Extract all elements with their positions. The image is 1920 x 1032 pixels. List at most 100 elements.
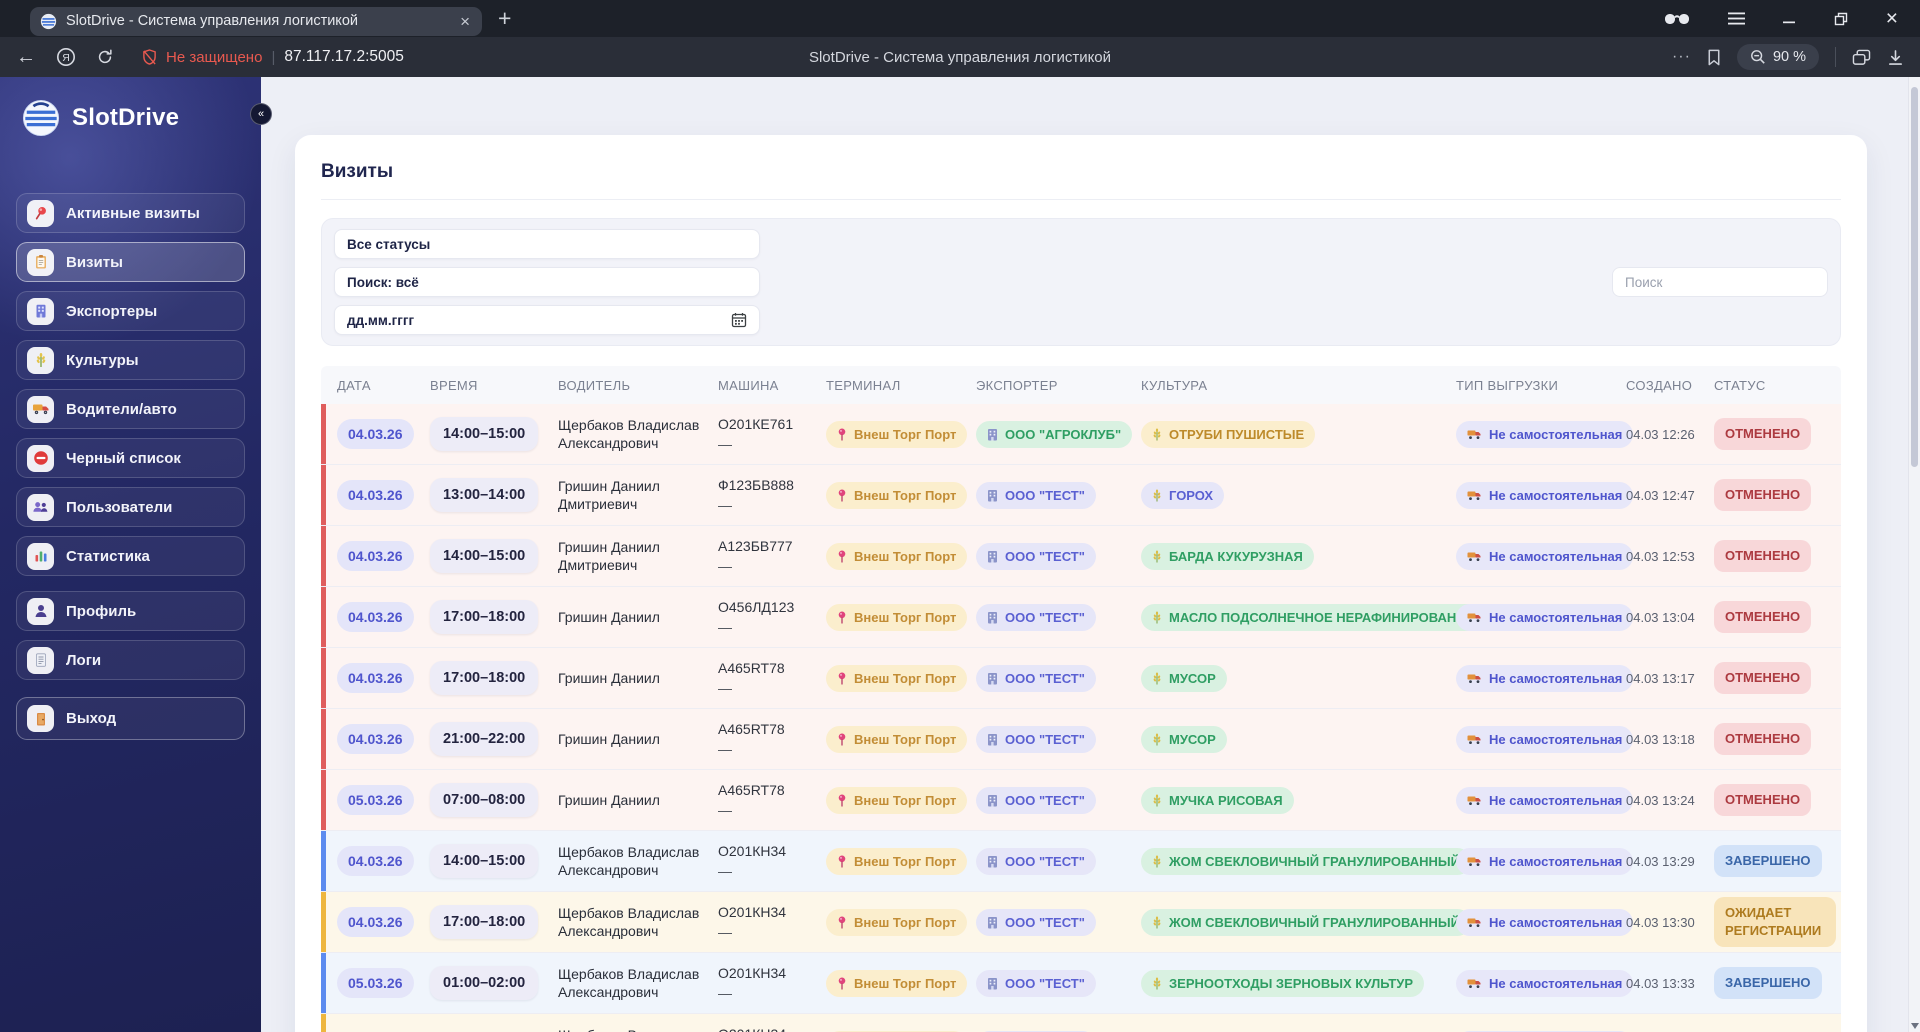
zoom-control[interactable]: 90 % [1736,44,1819,70]
culture-badge: МУСОР [1141,664,1227,692]
unload-type-badge: Не самостоятельная [1456,786,1634,814]
table-row[interactable]: 04.03.26 21:00–22:00 Гришин Даниил А465R… [321,709,1841,770]
table-row[interactable]: 04.03.26 13:00–14:00 Гришин Даниил Дмитр… [321,465,1841,526]
browser-toolbar: ← Я Не защищено | 87.117.17.2:5005 SlotD… [0,37,1920,77]
page-scrollbar[interactable] [1908,77,1920,1032]
back-icon[interactable]: ← [16,46,36,69]
exporter-badge: ООО "ТЕСТ" [976,725,1096,753]
trailer-plate: — [718,741,732,757]
sidebar-item[interactable]: Профиль [16,591,245,631]
exporter-badge: ООО "ТЕСТ" [976,847,1096,875]
wheat-icon [1152,611,1162,624]
vehicle-plate: А465RT78 [718,720,785,737]
side-panel-icon[interactable] [1852,49,1871,66]
culture-badge: ЖОМ СВЕКЛОВИЧНЫЙ ГРАНУЛИРОВАННЫЙ [1141,847,1472,875]
new-tab-button[interactable]: + [498,5,511,32]
date-filter-input[interactable]: дд.мм.гггг [334,305,760,335]
visit-date-badge: 05.03.26 [337,785,414,815]
sidebar-item[interactable]: Черный список [16,438,245,478]
sidebar-item[interactable]: Культуры [16,340,245,380]
minimize-icon[interactable] [1782,12,1796,25]
vehicle-plate: О201КН34 [718,903,787,920]
sidebar-item[interactable]: Логи [16,640,245,680]
visit-time-badge: 17:00–18:00 [430,600,539,634]
pin-icon [837,977,847,990]
sidebar-collapse-button[interactable]: « [250,103,272,125]
table-row[interactable]: 04.03.26 14:00–15:00 Щербаков Владислав … [321,404,1841,465]
search-input[interactable] [1612,267,1828,297]
wheat-icon [1152,916,1162,929]
sidebar-item[interactable]: Визиты [16,242,245,282]
visit-date-badge: 04.03.26 [337,846,414,876]
culture-badge: ЗЕРНООТХОДЫ ЗЕРНОВЫХ КУЛЬТУР [1141,969,1424,997]
scrollbar-thumb[interactable] [1911,87,1918,467]
browser-tabbar: SlotDrive - Система управления логистико… [0,0,1920,37]
status-badge: ОТМЕНЕНО [1714,662,1812,694]
visit-time-badge: 21:00–22:00 [430,722,539,756]
document-icon [27,646,54,674]
incognito-glasses-icon[interactable] [1664,13,1690,25]
terminal-badge: Внеш Торг Порт [826,542,968,570]
door-icon [27,705,54,732]
wheat-icon [1152,550,1162,563]
table-row[interactable]: 05.03.26 01:00–02:00 Щербаков Владислав … [321,953,1841,1014]
pin-icon [837,611,847,624]
truck-icon [1467,490,1482,501]
created-at: 04.03 12:53 [1626,548,1695,564]
visit-date-badge: 04.03.26 [337,541,414,571]
clipboard-icon [27,248,54,276]
table-row[interactable]: 04.03.26 14:00–15:00 Гришин Даниил Дмитр… [321,526,1841,587]
sidebar-item[interactable]: Активные визиты [16,193,245,233]
column-header: ДАТА [337,377,371,393]
status-badge: ОЖИДАЕТ РЕГИСТРАЦИИ [1714,897,1836,947]
more-icon[interactable]: ··· [1672,48,1691,66]
table-row[interactable]: 04.03.26 14:00–15:00 Щербаков Владислав … [321,831,1841,892]
exporter-badge: ООО "ТЕСТ" [976,542,1096,570]
favicon [40,13,57,30]
sidebar-item[interactable]: Пользователи [16,487,245,527]
table-row[interactable]: 05.03.26 07:00–08:00 Гришин Даниил А465R… [321,770,1841,831]
sidebar-item[interactable]: Экспортеры [16,291,245,331]
browser-tab[interactable]: SlotDrive - Система управления логистико… [30,6,482,36]
sidebar-item[interactable]: Водители/авто [16,389,245,429]
sidebar-item[interactable]: Статистика [16,536,245,576]
table-row[interactable]: Щербаков Владислав Александрович О201КН3… [321,1014,1841,1032]
trailer-plate: — [718,497,732,513]
menu-icon[interactable] [1727,12,1745,25]
pin-icon [837,428,847,441]
sidebar-item[interactable]: Выход [16,697,245,740]
visit-date-badge: 04.03.26 [337,663,414,693]
terminal-badge: Внеш Торг Порт [826,603,968,631]
address-bar[interactable]: Не защищено | 87.117.17.2:5005 [142,48,404,66]
building-icon [987,550,998,563]
unload-type-badge: Не самостоятельная [1456,908,1634,936]
terminal-badge: Внеш Торг Порт [826,908,968,936]
truck-icon [1467,734,1482,745]
pin-icon [837,672,847,685]
bookmark-icon[interactable] [1707,49,1721,66]
scrollbar-down-arrow[interactable] [1911,1023,1919,1029]
status-badge: ЗАВЕРШЕНО [1714,967,1822,999]
pin-icon [837,733,847,746]
close-icon[interactable]: × [1886,7,1898,31]
status-filter-select[interactable]: Все статусы [334,229,760,259]
download-icon[interactable] [1887,49,1904,66]
yandex-id-icon[interactable]: Я [56,47,76,67]
table-row[interactable]: 04.03.26 17:00–18:00 Щербаков Владислав … [321,892,1841,953]
wheat-icon [1152,733,1162,746]
zoom-level: 90 % [1772,49,1806,65]
search-scope-select[interactable]: Поиск: всё [334,267,760,297]
sidebar-nav-exit: Выход [16,697,245,740]
building-icon [987,489,998,502]
table-row[interactable]: 04.03.26 17:00–18:00 Гришин Даниил О456Л… [321,587,1841,648]
tab-close-icon[interactable]: × [458,13,472,30]
status-badge: ОТМЕНЕНО [1714,418,1812,450]
unload-type-badge: Не самостоятельная [1456,969,1634,997]
table-row[interactable]: 04.03.26 17:00–18:00 Гришин Даниил А465R… [321,648,1841,709]
restore-icon[interactable] [1834,12,1848,26]
building-icon [987,794,998,807]
driver-name: Щербаков Владислав Александрович [558,904,700,939]
wheat-icon [1152,977,1162,990]
column-header: ВРЕМЯ [430,377,478,393]
reload-icon[interactable] [96,48,114,66]
